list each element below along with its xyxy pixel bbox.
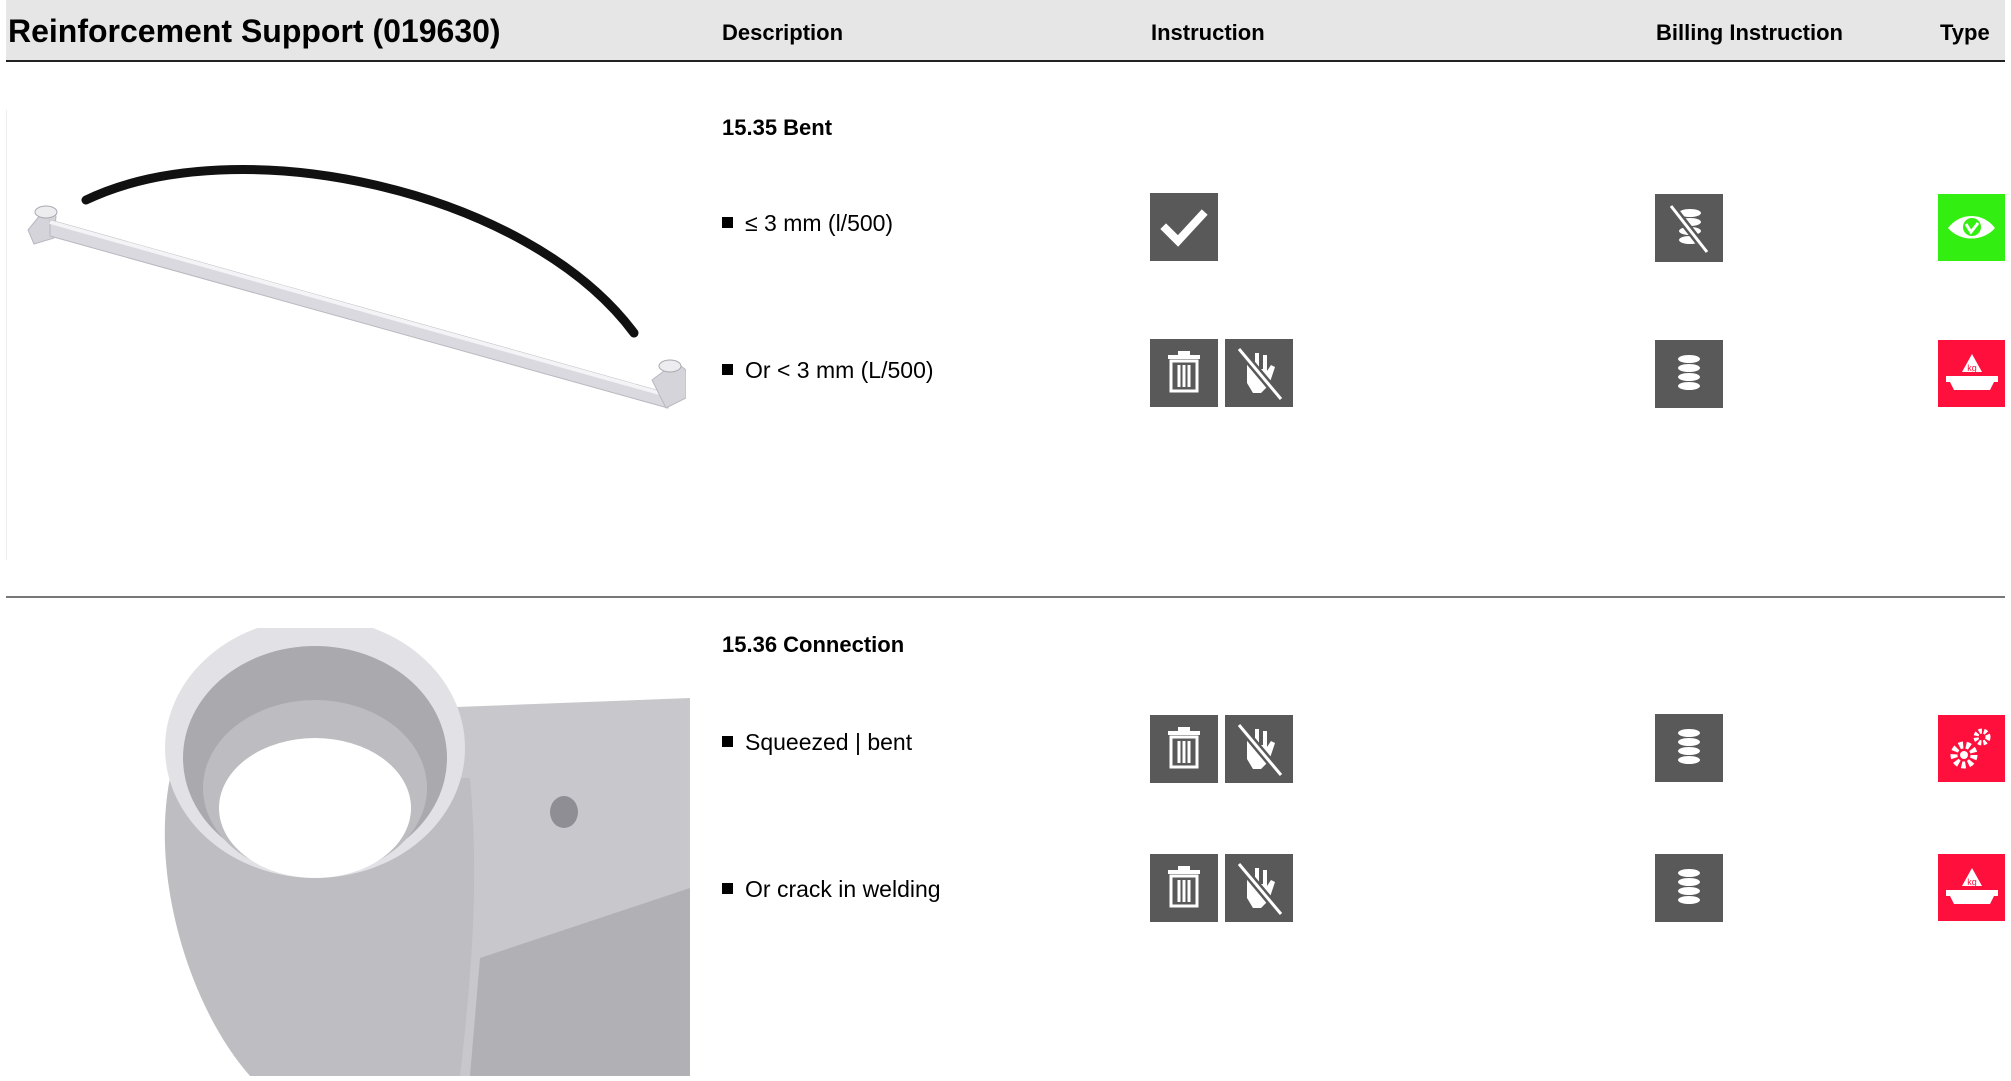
section-title-connection: 15.36 Connection [722, 632, 905, 657]
check-icon [1150, 193, 1218, 261]
no-hand-icon [1225, 715, 1293, 783]
weight-kg-icon: kg [1938, 340, 2005, 407]
eye-icon [1938, 194, 2005, 261]
list-item: ≤ 3 mm (l/500) [722, 210, 893, 237]
list-item: Squeezed | bent [722, 729, 912, 756]
no-hand-icon [1225, 854, 1293, 922]
no-hand-icon [1225, 339, 1293, 407]
bent-bar-illustration [5, 108, 687, 560]
column-header-billing: Billing Instruction [1656, 20, 1843, 45]
trash-icon [1150, 715, 1218, 783]
coins-icon [1655, 714, 1723, 782]
column-header-type: Type [1940, 20, 1990, 45]
section-divider [6, 596, 2005, 598]
weight-kg-label: kg [1967, 877, 1977, 887]
list-item: Or crack in welding [722, 876, 941, 903]
gears-icon [1938, 715, 2005, 782]
bullet-square-icon [722, 883, 733, 894]
row-text: Or < 3 mm (L/500) [745, 357, 934, 383]
section-title-bent: 15.35 Bent [722, 115, 833, 140]
bullet-square-icon [722, 736, 733, 747]
coins-icon [1655, 854, 1723, 922]
coins-icon [1655, 340, 1723, 408]
connection-joint-illustration [130, 618, 690, 1076]
weight-kg-icon: kg [1938, 854, 2005, 921]
page-title: Reinforcement Support (019630) [8, 13, 501, 49]
trash-icon [1150, 339, 1218, 407]
bullet-square-icon [722, 364, 733, 375]
list-item: Or < 3 mm (L/500) [722, 357, 934, 384]
bullet-square-icon [722, 217, 733, 228]
row-text: Or crack in welding [745, 876, 941, 902]
table-header: Reinforcement Support (019630) Descripti… [6, 0, 2005, 62]
row-text: Squeezed | bent [745, 729, 913, 755]
weight-kg-label: kg [1967, 363, 1977, 373]
column-header-instruction: Instruction [1151, 20, 1265, 45]
no-billing-coins-icon [1655, 194, 1723, 262]
row-text: ≤ 3 mm (l/500) [745, 210, 894, 236]
column-header-description: Description [722, 20, 844, 45]
trash-icon [1150, 854, 1218, 922]
